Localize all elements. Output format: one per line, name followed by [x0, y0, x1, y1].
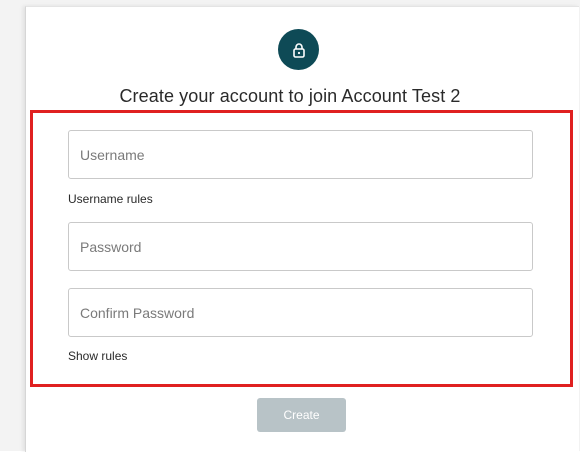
- create-button[interactable]: Create: [257, 398, 346, 432]
- lock-icon: [292, 42, 305, 58]
- username-input[interactable]: [68, 130, 533, 179]
- window-background: Create your account to join Account Test…: [0, 0, 580, 452]
- confirm-password-input[interactable]: [68, 288, 533, 337]
- page-title: Create your account to join Account Test…: [119, 86, 461, 106]
- password-input[interactable]: [68, 222, 533, 271]
- lock-badge: [278, 29, 319, 70]
- show-rules-link[interactable]: Show rules: [68, 349, 127, 363]
- username-rules-link[interactable]: Username rules: [68, 192, 153, 206]
